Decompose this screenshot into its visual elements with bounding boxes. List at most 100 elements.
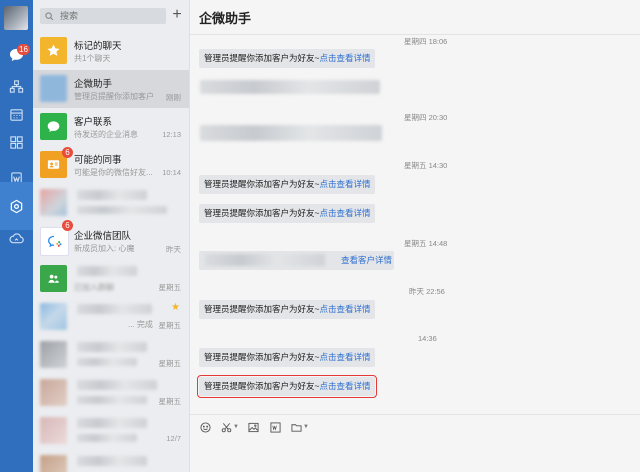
add-button[interactable]: + <box>170 6 184 24</box>
message-bubble[interactable]: 查看客户详情 <box>199 251 394 270</box>
chat-bubble-icon <box>40 113 67 140</box>
view-customer-details-link[interactable]: 查看客户详情 <box>341 251 392 270</box>
blurred-name <box>77 418 147 428</box>
conversation-name: 客户联系 <box>74 117 113 128</box>
search-input[interactable] <box>58 10 162 22</box>
blurred-avatar <box>40 455 67 472</box>
wecom-logo-icon <box>40 227 69 256</box>
conversation-item-blurred[interactable] <box>33 450 189 472</box>
conversation-time: 星期五 <box>158 283 182 292</box>
message-bubble[interactable]: 管理员提醒你添加客户为好友~点击查看详情 <box>199 300 376 319</box>
image-icon[interactable] <box>248 420 259 434</box>
blurred-name <box>77 456 147 466</box>
conversation-time: 12/7 <box>166 434 181 443</box>
message-bubble-highlighted[interactable]: 管理员提醒你添加客户为好友~点击查看详情 <box>196 375 378 398</box>
blurred-message <box>200 125 382 141</box>
conversation-name: 企微助手 <box>74 79 113 90</box>
conversation-time: 12:13 <box>162 130 181 139</box>
conversation-preview: 待发送的企业消息 <box>74 130 138 139</box>
view-details-link[interactable]: 点击查看详情 <box>319 304 370 314</box>
conversation-item-blurred[interactable]: ... 完成 ★ 星期五 <box>33 298 189 336</box>
star-icon <box>40 37 67 64</box>
conversation-item-blurred[interactable] <box>33 184 189 222</box>
blurred-name <box>77 380 157 390</box>
message-timestamp: 星期四 18:06 <box>404 37 448 46</box>
conversation-time: 刚刚 <box>166 93 181 102</box>
view-details-link[interactable]: 点击查看详情 <box>319 381 370 391</box>
message-timestamp: 星期四 20:30 <box>404 113 448 122</box>
word-doc-icon[interactable] <box>270 420 281 434</box>
message-bubble[interactable]: 管理员提醒你添加客户为好友~点击查看详情 <box>199 49 376 68</box>
message-timestamp: 昨天 22:56 <box>409 287 445 296</box>
unread-badge: 6 <box>62 147 73 158</box>
conversation-item-assistant[interactable]: 企微助手 管理员提醒你添加客户... 刚刚 <box>33 70 189 108</box>
input-toolbar: ▼ ▼ <box>190 414 640 439</box>
conversation-time: 星期五 <box>158 397 182 406</box>
blurred-avatar <box>40 189 67 216</box>
search-box[interactable] <box>40 8 166 24</box>
message-text: 管理员提醒你添加客户为好友~ <box>204 53 320 63</box>
chat-header: 企微助手 <box>190 0 640 35</box>
conversation-item-customer-contact[interactable]: 客户联系 待发送的企业消息 12:13 <box>33 108 189 146</box>
view-details-link[interactable]: 点击查看详情 <box>319 208 370 218</box>
blurred-name <box>77 190 147 200</box>
group-icon <box>40 265 67 292</box>
conversation-item-blurred[interactable]: 星期五 <box>33 336 189 374</box>
conversation-preview: 已加入群聊 <box>74 283 114 292</box>
chat-panel: 企微助手 星期四 18:06 管理员提醒你添加客户为好友~点击查看详情 星期四 … <box>190 0 640 472</box>
chat-title: 企微助手 <box>199 11 252 26</box>
view-details-link[interactable]: 点击查看详情 <box>319 179 370 189</box>
scissors-icon[interactable]: ▼ <box>221 420 239 434</box>
search-icon <box>45 11 54 20</box>
conversation-list: + 标记的聊天 共1个聊天 企微助手 管理员提醒你添加客户... 刚刚 客户联系… <box>33 0 190 472</box>
conversation-name: 企业微信团队 <box>74 231 132 242</box>
apps-icon[interactable] <box>0 130 33 154</box>
chevron-down-icon: ▼ <box>233 424 239 430</box>
conversation-item-group[interactable]: 已加入群聊 星期五 <box>33 260 189 298</box>
cloud-icon[interactable] <box>0 226 33 250</box>
blurred-avatar <box>40 341 67 368</box>
message-bubble[interactable]: 管理员提醒你添加客户为好友~点击查看详情 <box>199 175 376 194</box>
user-avatar[interactable] <box>4 6 28 30</box>
contacts-icon[interactable] <box>0 74 33 98</box>
conversation-item-starred[interactable]: 标记的聊天 共1个聊天 <box>33 32 189 70</box>
conversation-item-blurred[interactable]: 12/7 <box>33 412 189 450</box>
star-marker-icon: ★ <box>171 302 180 313</box>
chevron-down-icon: ▼ <box>303 424 309 430</box>
conversation-item-blurred[interactable]: 星期五 <box>33 374 189 412</box>
message-timestamp: 星期五 14:48 <box>404 239 448 248</box>
blurred-name <box>77 342 147 352</box>
conversation-name: 可能的同事 <box>74 155 122 166</box>
message-text: 管理员提醒你添加客户为好友~ <box>204 304 320 314</box>
calendar-icon[interactable] <box>0 102 33 126</box>
blurred-preview <box>77 396 147 404</box>
conversation-preview: 管理员提醒你添加客户... <box>74 92 154 101</box>
view-details-link[interactable]: 点击查看详情 <box>319 53 370 63</box>
message-bubble[interactable]: 管理员提醒你添加客户为好友~点击查看详情 <box>199 348 376 367</box>
emoji-icon[interactable] <box>200 420 211 434</box>
folder-icon[interactable]: ▼ <box>291 420 309 434</box>
blurred-message <box>200 80 380 94</box>
conversation-time: 星期五 <box>158 321 182 330</box>
conversation-time: 昨天 <box>166 245 181 254</box>
conversation-preview: 新成员加入: 心魔 <box>74 244 135 253</box>
message-text: 管理员提醒你添加客户为好友~ <box>204 381 320 391</box>
workbench-icon[interactable] <box>0 194 33 218</box>
blurred-preview <box>77 434 137 442</box>
unread-badge: 6 <box>62 220 73 231</box>
message-bubble[interactable]: 管理员提醒你添加客户为好友~点击查看详情 <box>199 204 376 223</box>
conversation-item-wecom-team[interactable]: 6 企业微信团队 新成员加入: 心魔 昨天 <box>33 220 189 260</box>
conversation-name: 标记的聊天 <box>74 41 122 52</box>
message-timestamp: 14:36 <box>418 334 437 343</box>
view-details-link[interactable]: 点击查看详情 <box>319 352 370 362</box>
messages-icon[interactable]: 16 <box>0 42 33 66</box>
message-text: 管理员提醒你添加客户为好友~ <box>204 352 320 362</box>
blurred-preview <box>77 358 137 366</box>
blurred-name <box>77 304 152 314</box>
assistant-icon <box>40 75 67 102</box>
blurred-avatar <box>40 303 67 330</box>
blurred-name <box>77 266 137 276</box>
message-timestamp: 星期五 14:30 <box>404 161 448 170</box>
blurred-preview <box>77 206 167 214</box>
conversation-item-possible-colleagues[interactable]: 6 可能的同事 可能是你的微信好友... 10:14 <box>33 146 189 184</box>
